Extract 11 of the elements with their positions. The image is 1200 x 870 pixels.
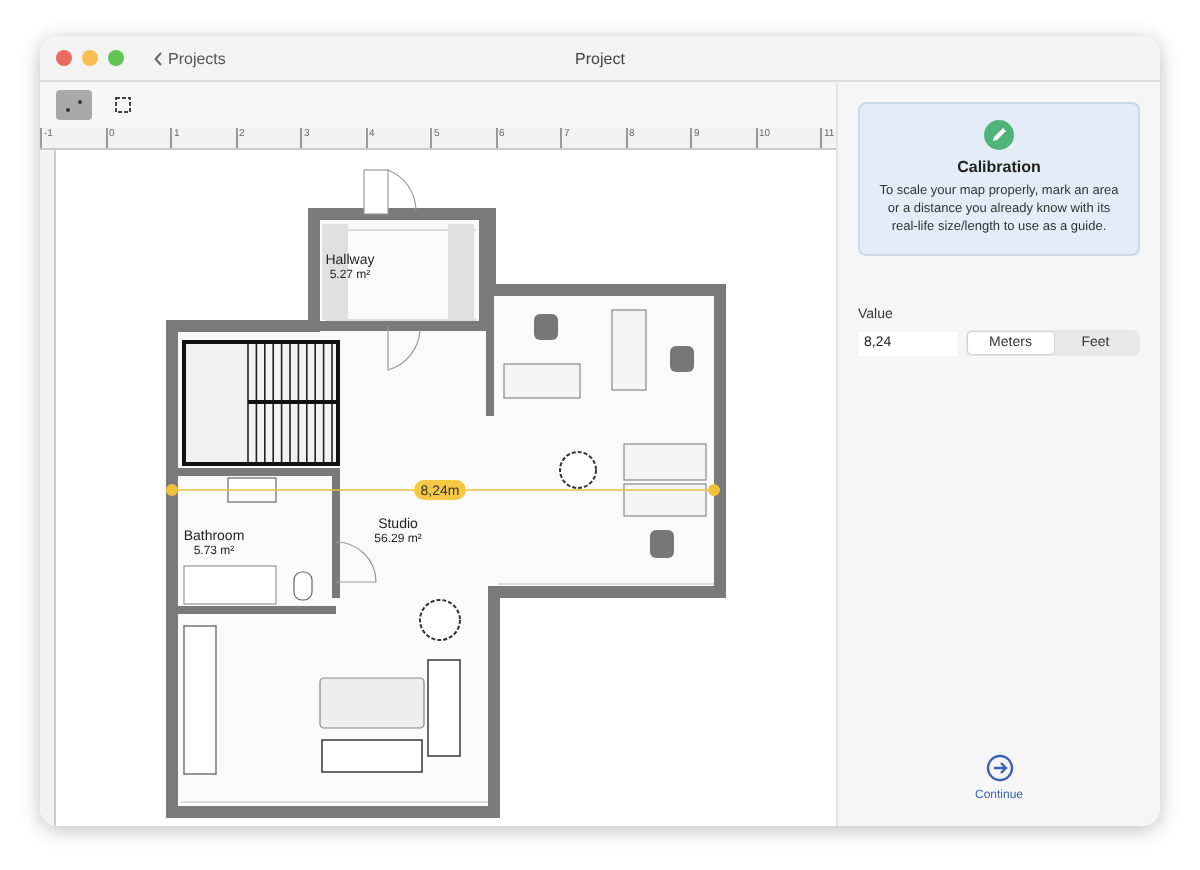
frame-icon xyxy=(113,96,131,114)
card-title: Calibration xyxy=(957,158,1041,176)
close-button[interactable] xyxy=(56,50,72,66)
back-button[interactable]: Projects xyxy=(154,49,226,67)
window-title: Project xyxy=(575,49,625,67)
pencil-icon xyxy=(984,120,1014,150)
arrow-right-icon xyxy=(985,754,1013,782)
measurement-line[interactable] xyxy=(166,484,720,496)
chevron-left-icon xyxy=(154,51,162,65)
tool-button[interactable] xyxy=(56,90,92,120)
points-icon xyxy=(64,97,84,113)
